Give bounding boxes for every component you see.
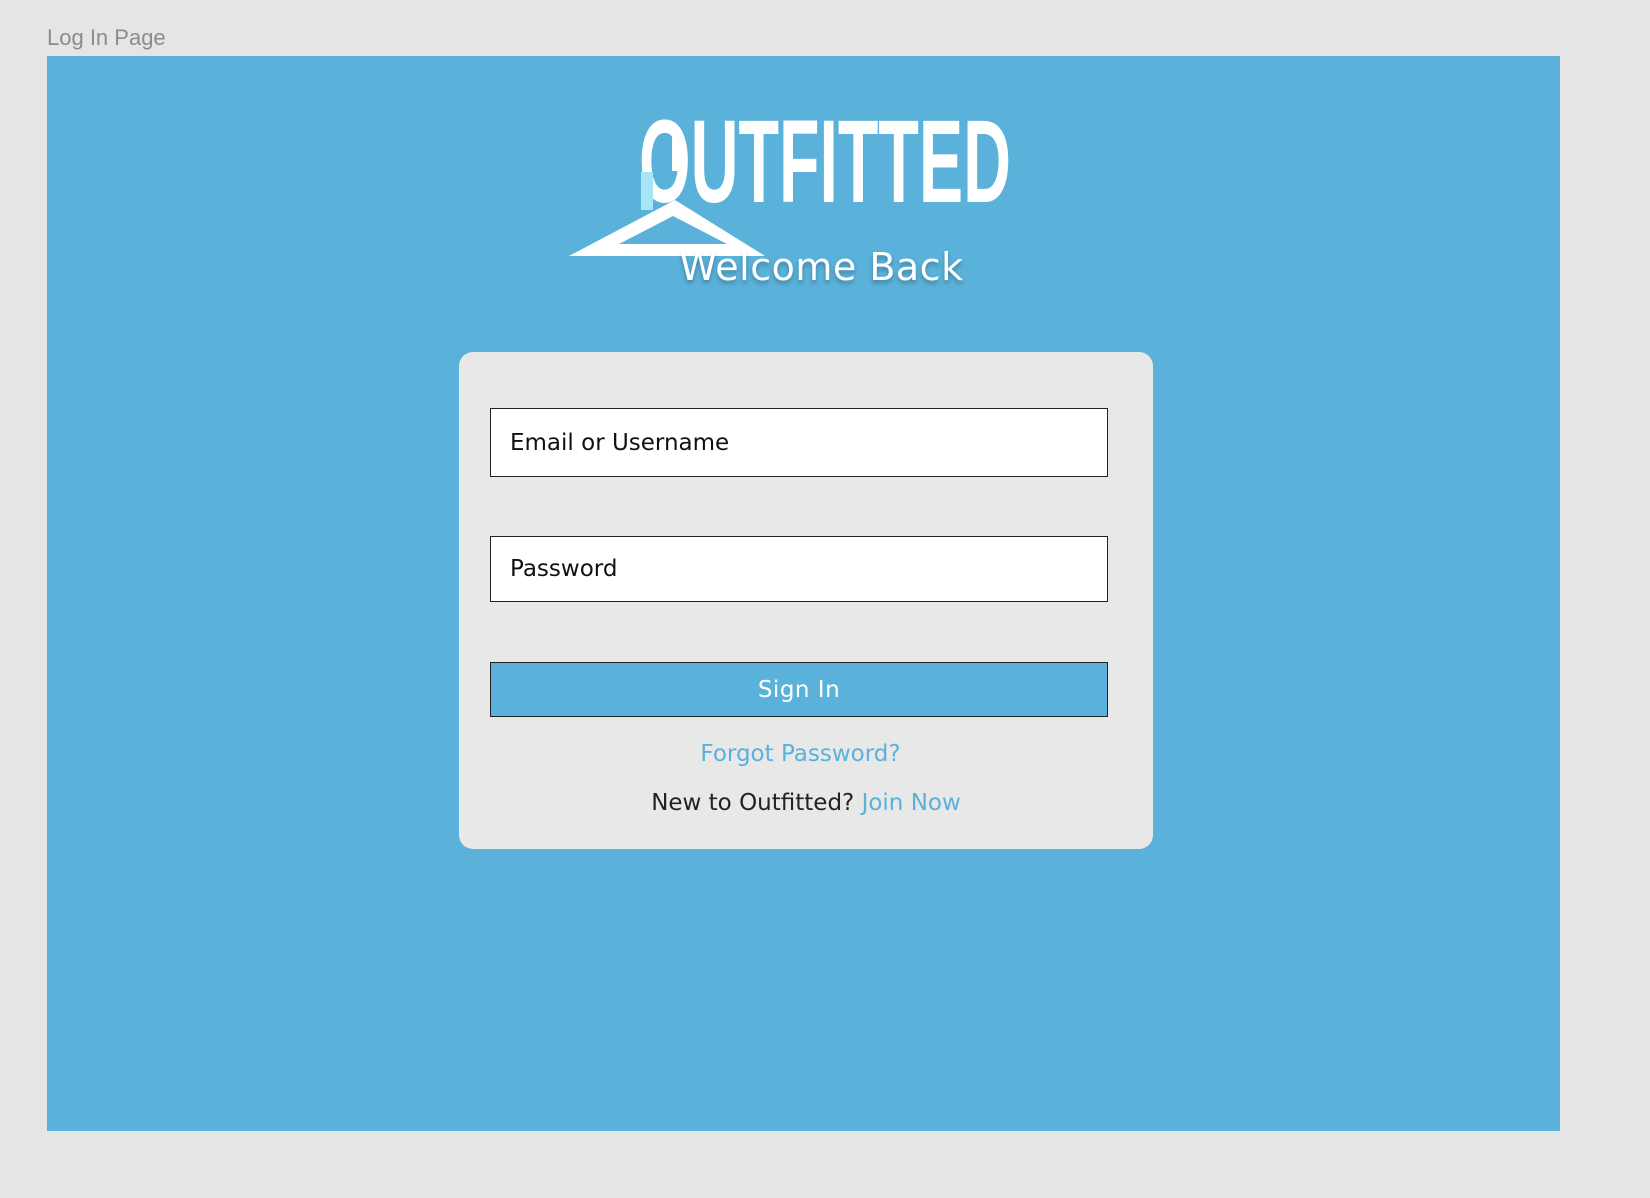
- logo-text: OUTFITTED: [639, 96, 1011, 228]
- forgot-password-link[interactable]: Forgot Password?: [459, 741, 1142, 767]
- frame-label: Log In Page: [47, 25, 166, 50]
- login-page: OUTFITTED Welcome Back Sign In Forgot Pa…: [47, 56, 1560, 1131]
- login-card: Sign In Forgot Password? New to Outfitte…: [459, 352, 1153, 849]
- new-to-outfitted-text: New to Outfitted?: [651, 790, 855, 816]
- join-prompt: New to Outfitted? Join Now: [459, 790, 1153, 816]
- sign-in-button[interactable]: Sign In: [490, 662, 1108, 717]
- password-input[interactable]: [490, 536, 1108, 602]
- join-now-link[interactable]: Join Now: [862, 790, 961, 816]
- welcome-heading: Welcome Back: [679, 245, 964, 289]
- outfitted-logo: OUTFITTED: [569, 96, 1011, 256]
- email-username-input[interactable]: [490, 408, 1108, 477]
